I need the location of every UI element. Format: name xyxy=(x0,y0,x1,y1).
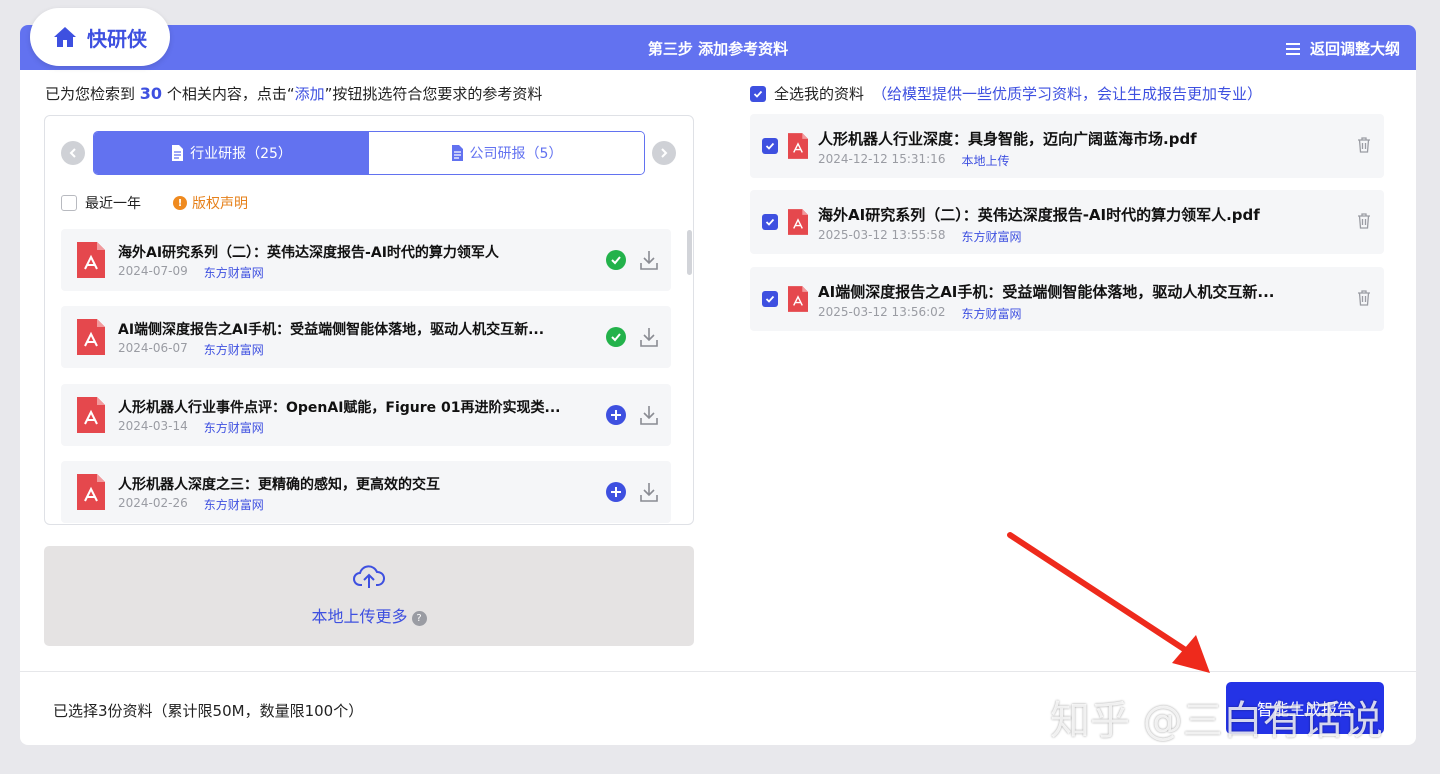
select-all-checkbox[interactable] xyxy=(750,85,766,102)
result-count: 30 xyxy=(139,84,163,103)
download-icon[interactable] xyxy=(639,481,659,503)
pdf-icon xyxy=(77,319,105,355)
upload-label: 本地上传更多? xyxy=(44,603,694,627)
document-icon xyxy=(451,145,463,161)
my-material-item: 海外AI研究系列（二）：英伟达深度报告-AI时代的算力领军人.pdf 2025-… xyxy=(750,190,1384,254)
search-summary: 已为您检索到 30 个相关内容，点击“添加”按钮挑选符合您要求的参考资料 xyxy=(45,84,543,103)
result-title: AI端侧深度报告之AI手机：受益端侧智能体落地，驱动人机交互新... xyxy=(118,322,545,338)
generate-report-button[interactable]: 智能生成报告 xyxy=(1226,682,1384,734)
download-icon[interactable] xyxy=(639,404,659,426)
material-title: AI端侧深度报告之AI手机：受益端侧智能体落地，驱动人机交互新... xyxy=(818,283,1275,301)
local-upload-area[interactable]: 本地上传更多? xyxy=(44,546,694,646)
tabs-prev-button[interactable] xyxy=(61,141,85,165)
material-meta: 2025-03-12 13:55:58 东方财富网 xyxy=(818,228,1022,244)
recent-year-filter[interactable]: 最近一年 xyxy=(61,193,141,213)
home-icon xyxy=(54,27,76,47)
document-icon xyxy=(172,145,184,161)
added-check-icon[interactable] xyxy=(606,250,626,270)
menu-icon xyxy=(1285,42,1300,55)
material-title: 海外AI研究系列（二）：英伟达深度报告-AI时代的算力领军人.pdf xyxy=(818,206,1260,224)
material-title: 人形机器人行业深度：具身智能，迈向广阔蓝海市场.pdf xyxy=(818,130,1197,148)
home-button[interactable]: 快研侠 xyxy=(30,8,170,66)
result-meta: 2024-07-09 东方财富网 xyxy=(118,264,264,280)
tab-company-reports[interactable]: 公司研报（5） xyxy=(369,132,644,174)
add-keyword: 添加 xyxy=(294,85,325,103)
select-all-row[interactable]: 全选我的资料 （给模型提供一些优质学习资料，会让生成报告更加专业） xyxy=(750,83,1262,104)
result-title: 人形机器人深度之三：更精确的感知，更高效的交互 xyxy=(118,477,440,493)
back-to-outline-button[interactable]: 返回调整大纲 xyxy=(1285,38,1400,59)
material-checkbox[interactable] xyxy=(762,214,778,230)
result-meta: 2024-03-14 东方财富网 xyxy=(118,419,264,435)
add-plus-icon[interactable] xyxy=(606,405,626,425)
logo-label: 快研侠 xyxy=(87,26,147,51)
material-meta: 2024-12-12 15:31:16 本地上传 xyxy=(818,152,1010,168)
top-bar: 第三步 添加参考资料 返回调整大纲 xyxy=(20,25,1416,70)
pdf-icon xyxy=(788,209,808,235)
recent-year-checkbox[interactable] xyxy=(61,195,77,211)
step-title: 第三步 添加参考资料 xyxy=(647,40,789,58)
recent-year-label: 最近一年 xyxy=(85,196,141,212)
my-material-item: AI端侧深度报告之AI手机：受益端侧智能体落地，驱动人机交互新... 2025-… xyxy=(750,267,1384,331)
results-scrollbar[interactable] xyxy=(687,230,692,275)
help-icon[interactable]: ? xyxy=(411,611,427,626)
added-check-icon[interactable] xyxy=(606,327,626,347)
result-title: 人形机器人行业事件点评：OpenAI赋能，Figure 01再进阶实现类... xyxy=(118,400,561,416)
trash-icon[interactable] xyxy=(1357,137,1371,153)
result-item[interactable]: AI端侧深度报告之AI手机：受益端侧智能体落地，驱动人机交互新... 2024-… xyxy=(61,306,671,368)
select-all-label: 全选我的资料 xyxy=(774,85,865,103)
my-material-item: 人形机器人行业深度：具身智能，迈向广阔蓝海市场.pdf 2024-12-12 1… xyxy=(750,114,1384,178)
download-icon[interactable] xyxy=(639,326,659,348)
material-checkbox[interactable] xyxy=(762,138,778,154)
result-title: 海外AI研究系列（二）：英伟达深度报告-AI时代的算力领军人 xyxy=(118,245,499,261)
download-icon[interactable] xyxy=(639,249,659,271)
select-all-hint: （给模型提供一些优质学习资料，会让生成报告更加专业） xyxy=(872,85,1263,103)
footer-divider xyxy=(20,671,1416,672)
result-item[interactable]: 人形机器人行业事件点评：OpenAI赋能，Figure 01再进阶实现类... … xyxy=(61,384,671,446)
pdf-icon xyxy=(77,474,105,510)
pdf-icon xyxy=(77,397,105,433)
cloud-upload-icon xyxy=(353,565,385,588)
material-checkbox[interactable] xyxy=(762,291,778,307)
result-meta: 2024-06-07 东方财富网 xyxy=(118,341,264,357)
chevron-left-icon xyxy=(69,148,76,158)
pdf-icon xyxy=(788,286,808,312)
result-item[interactable]: 海外AI研究系列（二）：英伟达深度报告-AI时代的算力领军人 2024-07-0… xyxy=(61,229,671,291)
trash-icon[interactable] xyxy=(1357,213,1371,229)
info-icon: ! xyxy=(173,196,187,210)
tab-industry-reports[interactable]: 行业研报（25） xyxy=(94,132,369,174)
trash-icon[interactable] xyxy=(1357,290,1371,306)
selection-summary: 已选择3份资料（累计限50M，数量限100个） xyxy=(53,702,364,720)
result-item[interactable]: 人形机器人深度之三：更精确的感知，更高效的交互 2024-02-26 东方财富网 xyxy=(61,461,671,523)
material-meta: 2025-03-12 13:56:02 东方财富网 xyxy=(818,305,1022,321)
add-plus-icon[interactable] xyxy=(606,482,626,502)
report-tabs: 行业研报（25） 公司研报（5） xyxy=(93,131,645,175)
tabs-next-button[interactable] xyxy=(652,141,676,165)
chevron-right-icon xyxy=(661,148,668,158)
pdf-icon xyxy=(788,133,808,159)
result-meta: 2024-02-26 东方财富网 xyxy=(118,496,264,512)
pdf-icon xyxy=(77,242,105,278)
back-label: 返回调整大纲 xyxy=(1309,40,1400,58)
copyright-link[interactable]: ! 版权声明 xyxy=(173,193,248,213)
